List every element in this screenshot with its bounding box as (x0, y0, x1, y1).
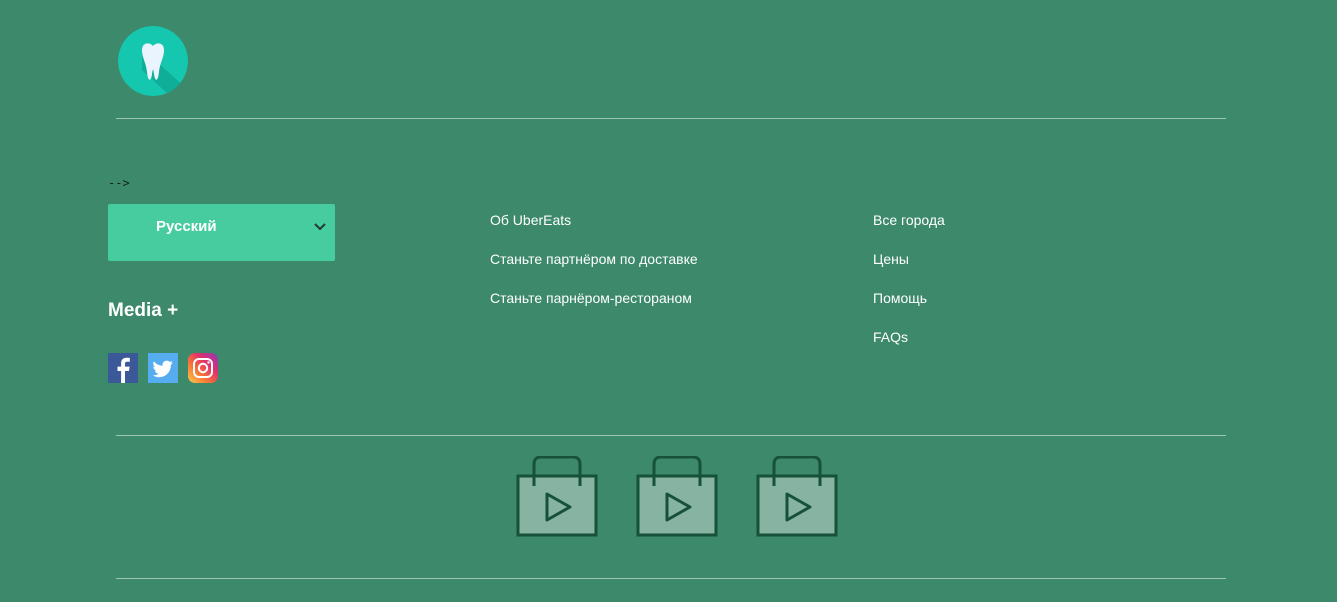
facebook-icon[interactable] (108, 353, 138, 383)
link-faqs[interactable]: FAQs (873, 327, 945, 347)
link-about-ubereats[interactable]: Об UberEats (490, 210, 698, 230)
instagram-icon[interactable] (188, 353, 218, 383)
chevron-down-icon (313, 220, 327, 234)
divider-bottom (116, 578, 1226, 579)
twitter-icon[interactable] (148, 353, 178, 383)
media-title[interactable]: Media + (108, 300, 178, 322)
divider-top (116, 118, 1226, 119)
link-prices[interactable]: Цены (873, 249, 945, 269)
store-bag-play-icon[interactable] (636, 455, 718, 538)
link-delivery-partner[interactable]: Станьте партнёром по доставке (490, 249, 698, 269)
language-select-value: Русский (156, 218, 217, 235)
language-select[interactable]: Русский (108, 204, 335, 261)
links-column-2: Все города Цены Помощь FAQs (873, 210, 945, 366)
store-bag-play-icon[interactable] (756, 455, 838, 538)
logo-tooth-icon[interactable] (118, 26, 188, 96)
stray-comment-text: --> (108, 176, 130, 190)
link-help[interactable]: Помощь (873, 288, 945, 308)
link-all-cities[interactable]: Все города (873, 210, 945, 230)
links-column-1: Об UberEats Станьте партнёром по доставк… (490, 210, 698, 327)
link-restaurant-partner[interactable]: Станьте парнёром-рестораном (490, 288, 698, 308)
divider-middle (116, 435, 1226, 436)
store-bag-play-icon[interactable] (516, 455, 598, 538)
